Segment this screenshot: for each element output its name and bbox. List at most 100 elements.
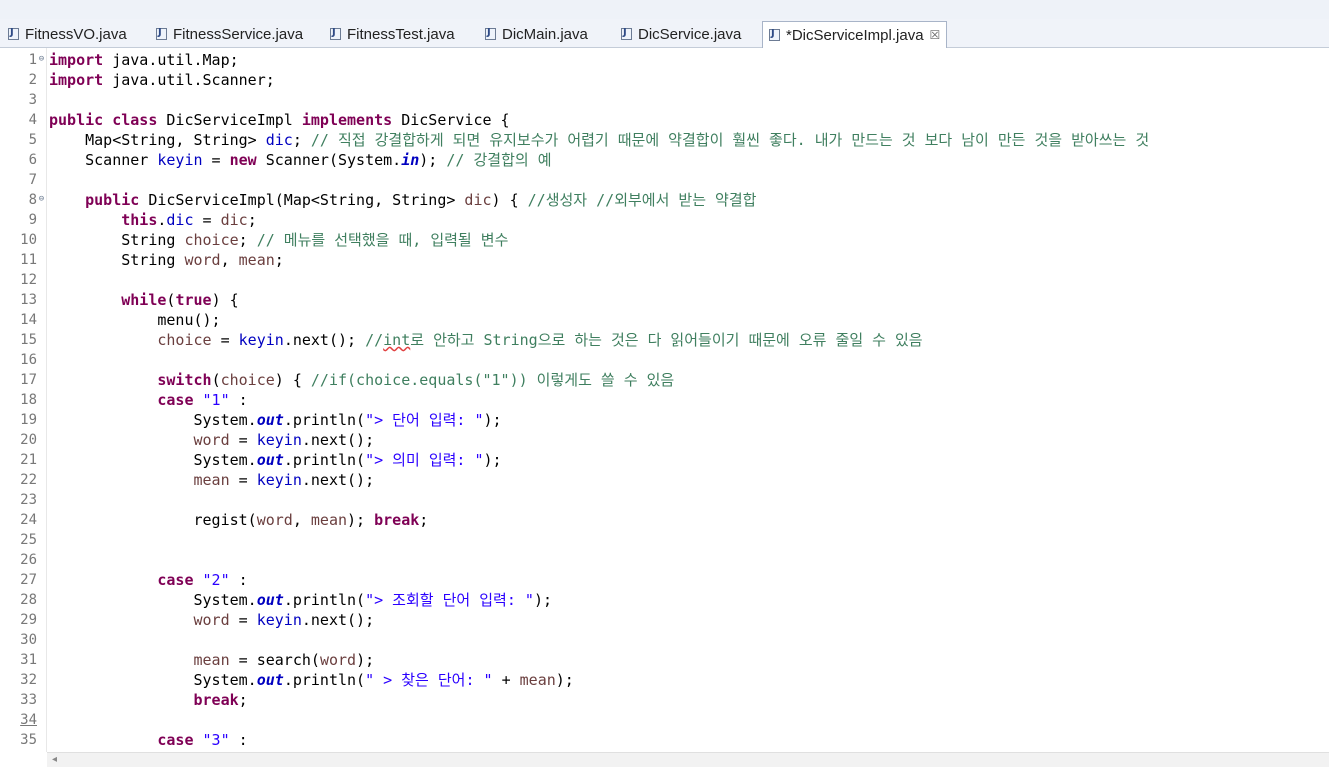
- scroll-left-icon[interactable]: ◂: [52, 753, 57, 767]
- code-line[interactable]: 31 mean = search(word);: [0, 650, 1329, 670]
- code-token: DicServiceImpl(Map<String, String>: [139, 191, 465, 209]
- code-token: keyin: [157, 151, 203, 169]
- line-number: 11: [20, 252, 37, 268]
- code-line[interactable]: 18 case "1" :: [0, 390, 1329, 410]
- code-token: choice: [220, 371, 275, 389]
- code-line[interactable]: 12: [0, 270, 1329, 290]
- tab-fitnessvo[interactable]: FitnessVO.java: [8, 21, 127, 47]
- code-token: System.: [49, 451, 257, 469]
- code-line[interactable]: 35 case "3" :: [0, 730, 1329, 750]
- code-token: dic: [464, 191, 492, 209]
- code-text: Map<String, String> dic; // 직접 강결합하게 되면 …: [49, 130, 1149, 150]
- code-token: out: [256, 411, 284, 429]
- code-editor[interactable]: 1 ⊖ import java.util.Map; 2 import java.util…: [0, 48, 1329, 752]
- code-token: Scanner: [49, 151, 158, 169]
- code-token: );: [533, 591, 553, 609]
- code-line[interactable]: 26: [0, 550, 1329, 570]
- code-line[interactable]: 19 System.out.println("> 단어 입력: ");: [0, 410, 1329, 430]
- code-token: while: [121, 291, 167, 309]
- line-number: 34: [20, 712, 37, 728]
- line-number: 28: [20, 592, 37, 608]
- code-token: +: [492, 671, 520, 689]
- code-line[interactable]: 20 word = keyin.next();: [0, 430, 1329, 450]
- code-text: mean = keyin.next();: [49, 470, 375, 490]
- code-line[interactable]: 14 menu();: [0, 310, 1329, 330]
- line-number: 14: [20, 312, 37, 328]
- code-text: while(true) {: [49, 290, 238, 310]
- code-token: word: [184, 251, 221, 269]
- code-token: import: [49, 51, 104, 69]
- code-line[interactable]: 8 ⊖ public DicServiceImpl(Map<String, Str…: [0, 190, 1329, 210]
- code-line[interactable]: 10 String choice; // 메뉴를 선택했을 때, 입력될 변수: [0, 230, 1329, 250]
- code-text: public DicServiceImpl(Map<String, String…: [49, 190, 756, 210]
- code-token: ) {: [274, 371, 311, 389]
- code-line[interactable]: 17 switch(choice) { //if(choice.equals("…: [0, 370, 1329, 390]
- code-token: System.: [49, 411, 257, 429]
- code-line[interactable]: 4 public class DicServiceImpl implements …: [0, 110, 1329, 130]
- code-line[interactable]: 29 word = keyin.next();: [0, 610, 1329, 630]
- line-number: 3: [28, 92, 37, 108]
- code-text: public class DicServiceImpl implements D…: [49, 110, 510, 130]
- code-line[interactable]: 16: [0, 350, 1329, 370]
- code-line[interactable]: 25: [0, 530, 1329, 550]
- code-token: word: [319, 651, 357, 669]
- code-text: choice = keyin.next(); //int로 안하고 String…: [49, 330, 922, 350]
- fold-collapse-icon[interactable]: ⊖: [37, 195, 46, 204]
- code-line[interactable]: 7: [0, 170, 1329, 190]
- code-line[interactable]: 34: [0, 710, 1329, 730]
- line-number: 16: [20, 352, 37, 368]
- tab-dicservice[interactable]: DicService.java: [621, 21, 741, 47]
- code-line[interactable]: 3: [0, 90, 1329, 110]
- code-token: true: [175, 291, 212, 309]
- code-line[interactable]: 24 regist(word, mean); break;: [0, 510, 1329, 530]
- code-line[interactable]: 15 choice = keyin.next(); //int로 안하고 Str…: [0, 330, 1329, 350]
- code-token: );: [483, 451, 502, 469]
- close-icon[interactable]: ☒: [930, 28, 941, 42]
- code-line[interactable]: 6 Scanner keyin = new Scanner(System.in)…: [0, 150, 1329, 170]
- line-number: 13: [20, 292, 37, 308]
- code-text: this.dic = dic;: [49, 210, 256, 230]
- code-lines: 1 ⊖ import java.util.Map; 2 import java.util…: [0, 50, 1329, 750]
- code-token: .println(: [283, 411, 366, 429]
- code-line[interactable]: 1 ⊖ import java.util.Map;: [0, 50, 1329, 70]
- tab-fitnesstest[interactable]: FitnessTest.java: [330, 21, 455, 47]
- line-number: 19: [20, 412, 37, 428]
- code-line[interactable]: 11 String word, mean;: [0, 250, 1329, 270]
- line-number: 32: [20, 672, 37, 688]
- code-token: break: [374, 511, 420, 529]
- code-token: java.util.Map;: [103, 51, 239, 69]
- code-line[interactable]: 33 break;: [0, 690, 1329, 710]
- code-line[interactable]: 30: [0, 630, 1329, 650]
- line-number: 31: [20, 652, 37, 668]
- line-number: 20: [20, 432, 37, 448]
- tab-dicserviceimpl[interactable]: *DicServiceImpl.java ☒: [762, 21, 948, 48]
- code-line[interactable]: 21 System.out.println("> 의미 입력: ");: [0, 450, 1329, 470]
- line-number: 29: [20, 612, 37, 628]
- code-line[interactable]: 2 import java.util.Scanner;: [0, 70, 1329, 90]
- code-token: ;: [238, 691, 248, 709]
- tab-dicmain[interactable]: DicMain.java: [485, 21, 588, 47]
- code-line[interactable]: 22 mean = keyin.next();: [0, 470, 1329, 490]
- code-text: System.out.println(" > 찾은 단어: " + mean);: [49, 670, 573, 690]
- code-line[interactable]: 9 this.dic = dic;: [0, 210, 1329, 230]
- code-line[interactable]: 28 System.out.println("> 조회할 단어 입력: ");: [0, 590, 1329, 610]
- tab-fitnessservice[interactable]: FitnessService.java: [156, 21, 303, 47]
- code-token: ;: [238, 231, 257, 249]
- line-number: 27: [20, 572, 37, 588]
- code-line[interactable]: 23: [0, 490, 1329, 510]
- code-token: System.: [49, 671, 257, 689]
- code-line[interactable]: 13 while(true) {: [0, 290, 1329, 310]
- editor-tab-bar: FitnessVO.java FitnessService.java Fitne…: [0, 19, 1329, 48]
- tab-label: DicService.java: [638, 25, 742, 43]
- code-line[interactable]: 32 System.out.println(" > 찾은 단어: " + mea…: [0, 670, 1329, 690]
- code-line[interactable]: 5 Map<String, String> dic; // 직접 강결합하게 되…: [0, 130, 1329, 150]
- code-token: "> 의미 입력: ": [365, 451, 484, 469]
- code-line[interactable]: 27 case "2" :: [0, 570, 1329, 590]
- horizontal-scrollbar[interactable]: ◂: [47, 752, 1329, 767]
- fold-collapse-icon[interactable]: ⊖: [37, 55, 46, 64]
